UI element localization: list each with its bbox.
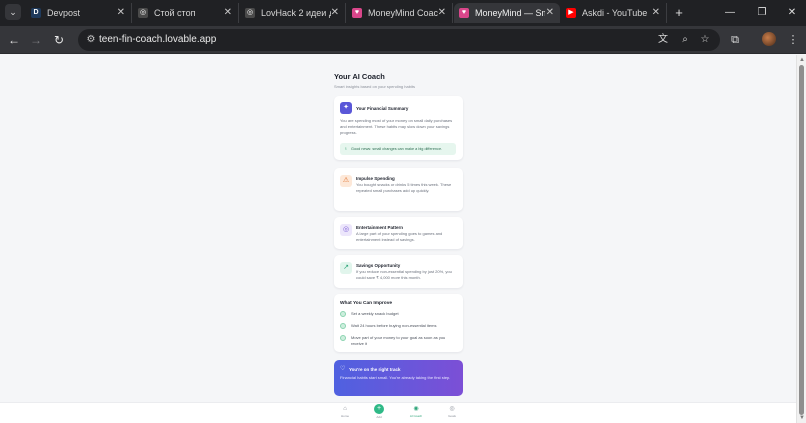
close-icon[interactable]: ✕ — [546, 3, 554, 23]
page-viewport: Your AI Coach Smart insights based on yo… — [0, 55, 796, 423]
minimize-icon[interactable]: — — [720, 3, 740, 23]
tab-moneymind-coach[interactable]: ♥ MoneyMind Coac ✕ — [347, 3, 453, 23]
lovable-favicon-icon: ♥ — [352, 8, 362, 18]
translate-icon[interactable]: 文 — [656, 33, 670, 47]
tab-moneymind-active[interactable]: ♥ MoneyMind — Sm ✕ — [454, 3, 560, 23]
browser-tab-bar: ⌄ D Devpost ✕ ◎ Стой стоп ✕ ◎ LovHack 2 … — [0, 0, 806, 26]
window-close-icon[interactable]: ✕ — [782, 3, 802, 23]
restore-icon[interactable]: ❐ — [752, 3, 772, 23]
check-circle-icon — [340, 311, 346, 317]
sparkle-icon: ✦ — [340, 102, 352, 114]
nav-label: AI Coach — [409, 414, 423, 418]
nav-label: Home — [340, 414, 349, 418]
nav-label: Add — [376, 415, 382, 419]
coach-icon: ◉ — [413, 406, 419, 412]
tab-title: MoneyMind Coac — [368, 8, 438, 18]
good-news-text: Good news: small changes can make a big … — [351, 147, 443, 151]
forward-arrow-icon[interactable]: → — [27, 31, 45, 49]
home-icon: ⌂ — [343, 406, 347, 412]
chatgpt-favicon-icon: ◎ — [138, 8, 148, 18]
site-settings-icon[interactable]: ⚙ — [84, 33, 98, 47]
reload-icon[interactable]: ↻ — [50, 31, 68, 49]
close-icon[interactable]: ✕ — [438, 3, 446, 23]
good-news-banner: ♁ Good news: small changes can make a bi… — [340, 143, 456, 155]
warning-icon: ⚠ — [340, 175, 352, 187]
close-icon[interactable]: ✕ — [224, 3, 232, 23]
improve-item-text: Wait 24 hours before buying non-essentia… — [351, 323, 437, 328]
nav-label: Goals — [448, 414, 456, 418]
heart-icon: ♡ — [340, 366, 346, 372]
financial-summary-card: ✦ Your Financial Summary You are spendin… — [334, 96, 463, 160]
plus-icon: + — [376, 405, 382, 412]
browser-toolbar: ← → ↻ ⚙ teen-fin-coach.lovable.app 文 ⌕ ☆… — [0, 26, 806, 54]
tab-youtube[interactable]: ▶ Askdi - YouTube ✕ — [561, 3, 667, 23]
tab-title: Devpost — [47, 8, 81, 18]
close-icon[interactable]: ✕ — [331, 3, 339, 23]
improve-item-text: Move part of your money to your goal as … — [351, 335, 446, 346]
lightbulb-icon: ♁ — [344, 146, 348, 152]
close-icon[interactable]: ✕ — [652, 3, 660, 23]
page-scrollbar[interactable]: ▲ ▼ — [796, 55, 806, 423]
summary-title: Your Financial Summary — [356, 106, 409, 111]
address-bar[interactable]: ⚙ teen-fin-coach.lovable.app 文 ⌕ ☆ — [78, 29, 720, 51]
devpost-favicon-icon: D — [31, 8, 41, 18]
page-title: Your AI Coach — [334, 72, 385, 81]
tab-title: LovHack 2 идеи д — [261, 8, 331, 18]
check-circle-icon — [340, 335, 346, 341]
add-button[interactable]: + — [374, 404, 384, 414]
insight-card-impulse: ⚠ Impulse Spending You bought snacks or … — [334, 168, 463, 211]
insight-title: Entertainment Pattern — [356, 225, 404, 230]
insight-card-entertainment: ◎ Entertainment Pattern A large part of … — [334, 217, 463, 249]
insight-text: A large part of your spending goes to ga… — [356, 231, 443, 242]
bottom-nav: ⌂ Home + Add ◉ AI Coach ◎ Goals — [0, 402, 796, 423]
chatgpt-favicon-icon: ◎ — [245, 8, 255, 18]
insight-text: You bought snacks or drinks 5 times this… — [356, 182, 452, 193]
zoom-icon[interactable]: ⌕ — [678, 33, 692, 47]
youtube-favicon-icon: ▶ — [566, 8, 576, 18]
nav-home[interactable]: ⌂ Home — [335, 406, 355, 418]
page-subtitle: Smart insights based on your spending ha… — [334, 84, 415, 89]
lovable-favicon-icon: ♥ — [459, 8, 469, 18]
on-track-text: Financial habits start small. You're alr… — [340, 375, 451, 380]
summary-text: You are spending most of your money on s… — [340, 118, 453, 135]
improve-title: What You Can Improve — [340, 301, 393, 306]
kebab-menu-icon[interactable]: ⋮ — [784, 31, 802, 49]
tab-title: Askdi - YouTube — [582, 8, 648, 18]
tab-lovhack[interactable]: ◎ LovHack 2 идеи д ✕ — [240, 3, 346, 23]
close-icon[interactable]: ✕ — [117, 3, 125, 23]
insight-text: If you reduce non-essential spending by … — [356, 269, 452, 280]
tab-title: MoneyMind — Sm — [475, 8, 545, 18]
insight-title: Impulse Spending — [356, 176, 395, 181]
insight-card-savings: ↗ Savings Opportunity If you reduce non-… — [334, 255, 463, 288]
nav-goals[interactable]: ◎ Goals — [442, 406, 462, 418]
scroll-thumb[interactable] — [799, 65, 804, 415]
improve-card: What You Can Improve Set a weekly snack … — [334, 294, 463, 352]
tab-devpost[interactable]: D Devpost ✕ — [26, 3, 132, 23]
gamepad-icon: ◎ — [340, 224, 352, 236]
tab-search-icon[interactable]: ⌄ — [5, 4, 21, 20]
scroll-up-arrow-icon[interactable]: ▲ — [798, 56, 806, 64]
extensions-icon[interactable]: ⧉ — [726, 31, 744, 49]
trend-up-icon: ↗ — [340, 262, 352, 274]
on-track-title: You're on the right track — [349, 367, 401, 372]
bookmark-star-icon[interactable]: ☆ — [698, 33, 712, 47]
nav-ai-coach[interactable]: ◉ AI Coach — [406, 406, 426, 418]
url-text[interactable]: teen-fin-coach.lovable.app — [99, 29, 216, 51]
profile-avatar[interactable] — [762, 32, 776, 46]
scroll-down-arrow-icon[interactable]: ▼ — [798, 414, 806, 422]
check-circle-icon — [340, 323, 346, 329]
improve-item-text: Set a weekly snack budget — [351, 311, 399, 316]
new-tab-plus-icon[interactable]: + — [672, 3, 686, 23]
insight-title: Savings Opportunity — [356, 263, 401, 268]
back-arrow-icon[interactable]: ← — [5, 31, 23, 49]
tab-stop[interactable]: ◎ Стой стоп ✕ — [133, 3, 239, 23]
tab-title: Стой стоп — [154, 8, 196, 18]
target-icon: ◎ — [449, 406, 455, 412]
on-track-card: ♡ You're on the right track Financial ha… — [334, 360, 463, 396]
